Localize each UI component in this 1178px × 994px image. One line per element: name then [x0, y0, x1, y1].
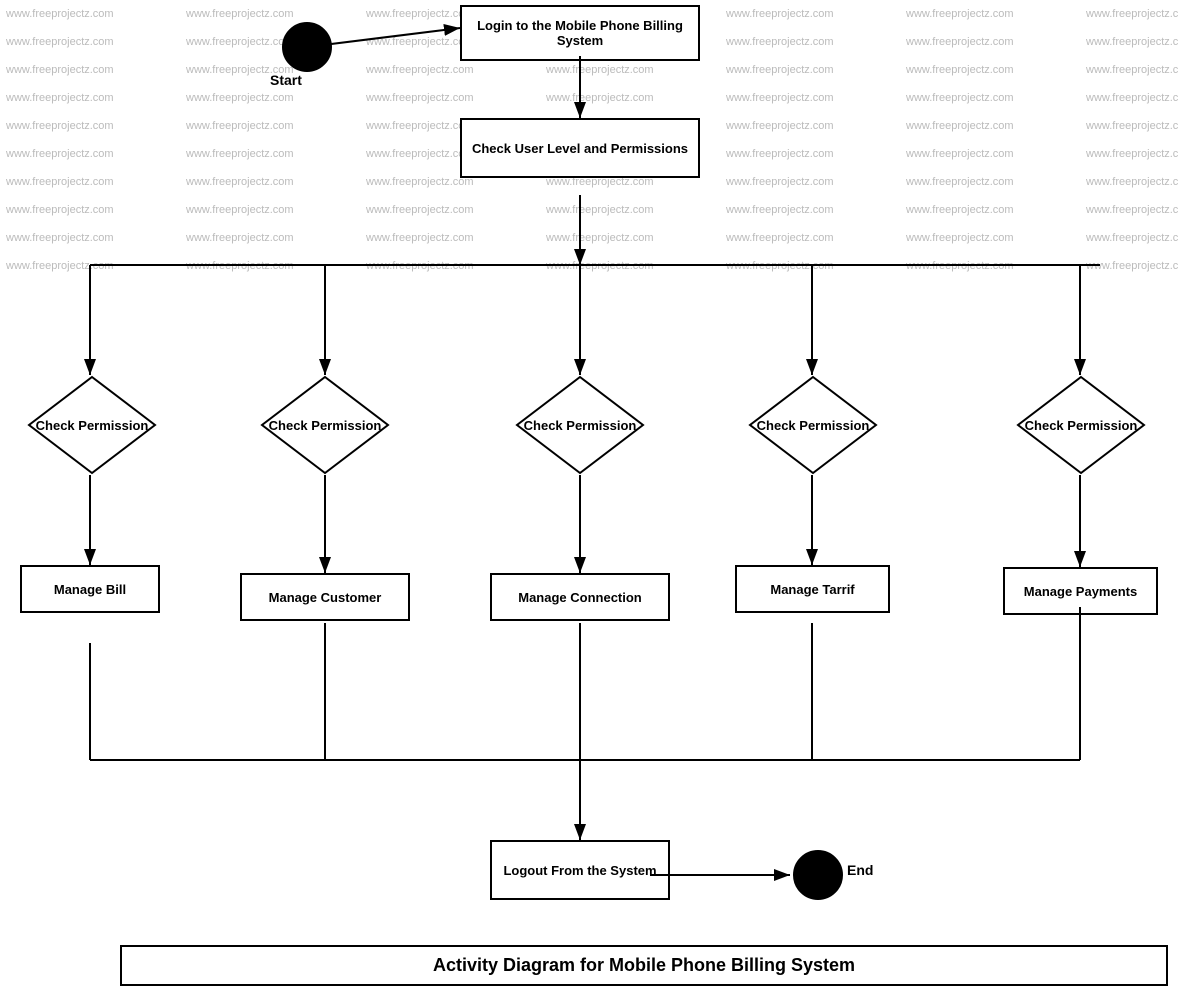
- activity-diagram: Start Login to the Mobile Phone Billing …: [0, 0, 1178, 994]
- title-bar: Activity Diagram for Mobile Phone Billin…: [120, 945, 1168, 986]
- diamond4-label: Check Permission: [757, 418, 870, 433]
- start-circle: [282, 22, 332, 72]
- diamond3-label: Check Permission: [524, 418, 637, 433]
- manage-connection-box: Manage Connection: [490, 573, 670, 621]
- start-label: Start: [270, 72, 302, 88]
- manage-connection-label: Manage Connection: [518, 590, 642, 605]
- manage-bill-box: Manage Bill: [20, 565, 160, 613]
- diagram-title: Activity Diagram for Mobile Phone Billin…: [433, 955, 855, 975]
- manage-customer-label: Manage Customer: [269, 590, 382, 605]
- login-box: Login to the Mobile Phone Billing System: [460, 5, 700, 61]
- diamond3: Check Permission: [515, 375, 645, 475]
- diamond5-label: Check Permission: [1025, 418, 1138, 433]
- manage-payments-box: Manage Payments: [1003, 567, 1158, 615]
- diamond1: Check Permission: [27, 375, 157, 475]
- diamond4: Check Permission: [748, 375, 878, 475]
- manage-tarrif-box: Manage Tarrif: [735, 565, 890, 613]
- diamond2-label: Check Permission: [269, 418, 382, 433]
- diamond2: Check Permission: [260, 375, 390, 475]
- logout-label: Logout From the System: [503, 863, 656, 878]
- end-label: End: [847, 862, 873, 878]
- manage-tarrif-label: Manage Tarrif: [770, 582, 854, 597]
- end-circle: [793, 850, 843, 900]
- login-label: Login to the Mobile Phone Billing System: [462, 14, 698, 52]
- check-permissions-label: Check User Level and Permissions: [468, 137, 692, 160]
- manage-bill-label: Manage Bill: [54, 582, 126, 597]
- manage-customer-box: Manage Customer: [240, 573, 410, 621]
- logout-box: Logout From the System: [490, 840, 670, 900]
- check-permissions-box: Check User Level and Permissions: [460, 118, 700, 178]
- manage-payments-label: Manage Payments: [1024, 584, 1137, 599]
- diamond1-label: Check Permission: [36, 418, 149, 433]
- diamond5: Check Permission: [1016, 375, 1146, 475]
